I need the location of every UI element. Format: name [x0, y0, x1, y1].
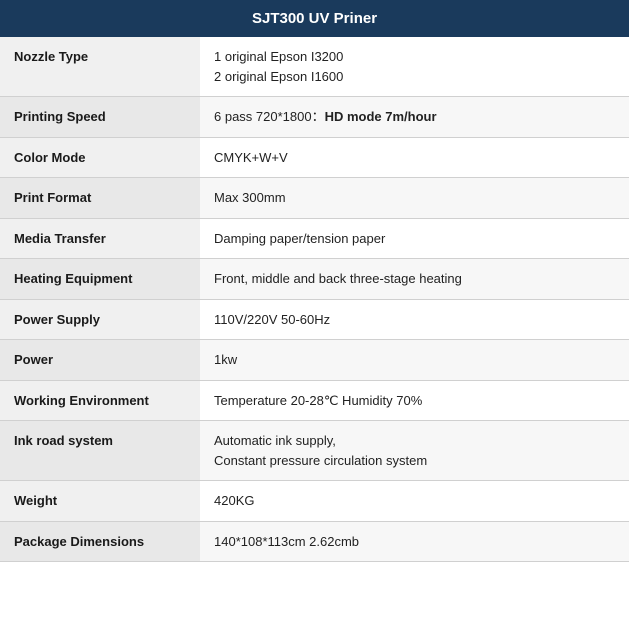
specs-table: Nozzle Type1 original Epson I32002 origi… — [0, 37, 629, 562]
row-value: 1 original Epson I32002 original Epson I… — [200, 37, 629, 97]
row-value: Max 300mm — [200, 178, 629, 219]
row-label: Heating Equipment — [0, 259, 200, 300]
row-label: Weight — [0, 481, 200, 522]
table-row: Media TransferDamping paper/tension pape… — [0, 218, 629, 259]
row-label: Power — [0, 340, 200, 381]
table-row: Weight420KG — [0, 481, 629, 522]
row-value: Front, middle and back three-stage heati… — [200, 259, 629, 300]
row-value: Damping paper/tension paper — [200, 218, 629, 259]
row-value: 6 pass 720*1800：HD mode 7m/hour — [200, 97, 629, 138]
table-row: Printing Speed6 pass 720*1800：HD mode 7m… — [0, 97, 629, 138]
row-value: 1kw — [200, 340, 629, 381]
row-value: 420KG — [200, 481, 629, 522]
row-label: Color Mode — [0, 137, 200, 178]
row-value: Temperature 20-28℃ Humidity 70% — [200, 380, 629, 421]
row-value: 110V/220V 50-60Hz — [200, 299, 629, 340]
row-label: Nozzle Type — [0, 37, 200, 97]
title-bar: SJT300 UV Priner — [0, 0, 629, 37]
row-label: Ink road system — [0, 421, 200, 481]
table-row: Package Dimensions140*108*113cm 2.62cmb — [0, 521, 629, 562]
table-row: Nozzle Type1 original Epson I32002 origi… — [0, 37, 629, 97]
table-row: Print FormatMax 300mm — [0, 178, 629, 219]
row-label: Power Supply — [0, 299, 200, 340]
row-value: Automatic ink supply,Constant pressure c… — [200, 421, 629, 481]
row-value: 140*108*113cm 2.62cmb — [200, 521, 629, 562]
table-row: Power Supply110V/220V 50-60Hz — [0, 299, 629, 340]
row-value: CMYK+W+V — [200, 137, 629, 178]
bold-value: HD mode 7m/hour — [325, 109, 437, 124]
row-label: Working Environment — [0, 380, 200, 421]
row-label: Print Format — [0, 178, 200, 219]
table-row: Color ModeCMYK+W+V — [0, 137, 629, 178]
row-label: Package Dimensions — [0, 521, 200, 562]
table-row: Ink road systemAutomatic ink supply,Cons… — [0, 421, 629, 481]
table-row: Power1kw — [0, 340, 629, 381]
table-row: Heating EquipmentFront, middle and back … — [0, 259, 629, 300]
page-title: SJT300 UV Priner — [252, 10, 377, 27]
table-row: Working EnvironmentTemperature 20-28℃ Hu… — [0, 380, 629, 421]
row-label: Media Transfer — [0, 218, 200, 259]
row-label: Printing Speed — [0, 97, 200, 138]
